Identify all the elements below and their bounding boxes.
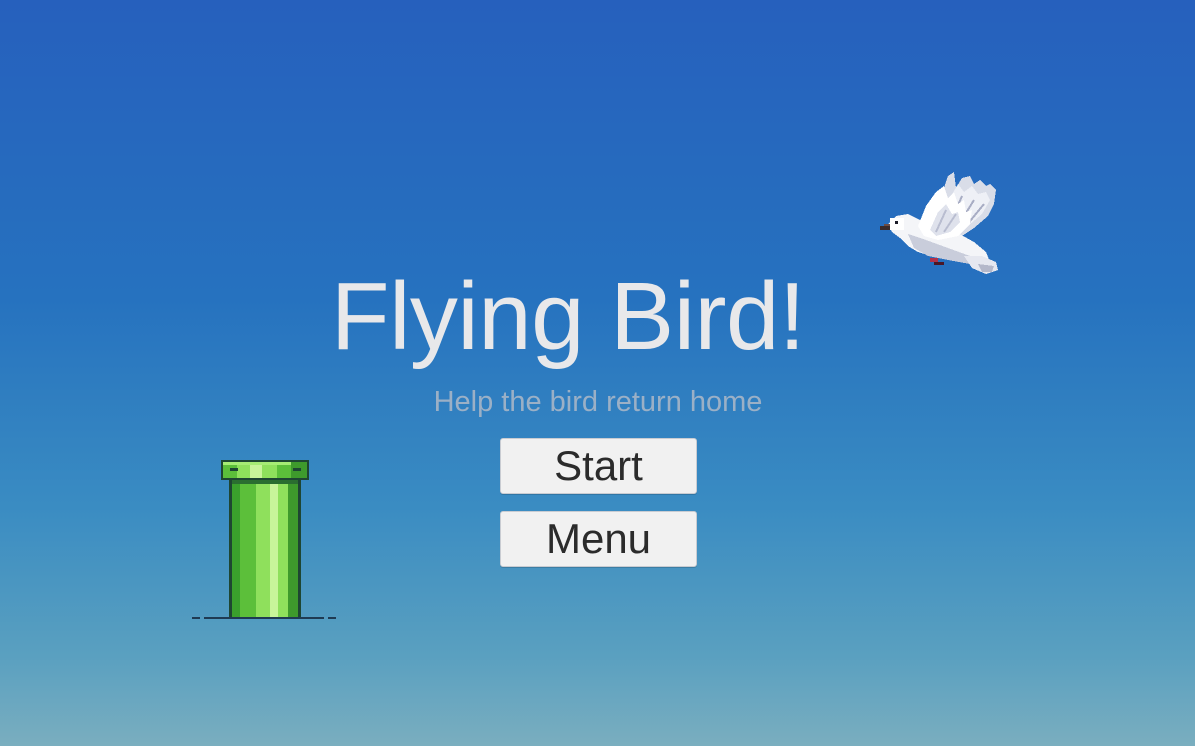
dove-icon (880, 172, 998, 274)
green-pipe-icon (192, 460, 336, 619)
game-subtitle: Help the bird return home (433, 386, 763, 418)
game-scene: Flying Bird! Help the bird return home S… (0, 0, 1195, 746)
menu-button[interactable]: Menu (500, 511, 697, 567)
game-title: Flying Bird! (330, 263, 806, 370)
start-button[interactable]: Start (500, 438, 697, 494)
